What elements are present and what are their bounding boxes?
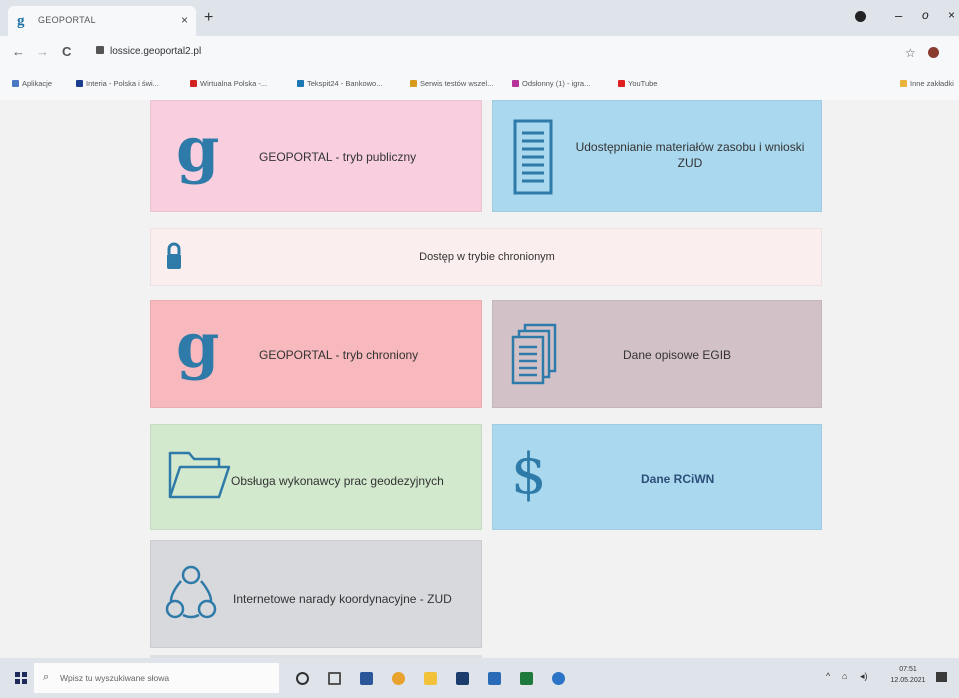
browser-toolbar: ← → C lossice.geoportal2.pl ☆ [0,36,959,70]
tab-close-icon[interactable]: × [181,13,188,27]
search-icon: ⌕ [43,671,50,683]
tile-label: Dane RCiWN [641,472,715,486]
reload-button[interactable]: C [62,44,71,59]
address-bar[interactable]: lossice.geoportal2.pl [88,41,884,65]
maximize-button[interactable]: o [922,8,929,22]
bookmark-icon [512,80,519,87]
chrome-icon[interactable] [392,672,405,685]
close-window-button[interactable]: × [948,8,955,22]
bookmark-other[interactable]: Inne zakładki [900,79,954,88]
outlook-icon[interactable] [360,672,373,685]
clock-time: 07:51 [899,666,917,673]
bookmark-star-icon[interactable]: ☆ [905,46,916,60]
documents-icon [511,323,557,385]
windows-start-icon[interactable] [15,672,27,684]
extension-icon[interactable] [928,47,939,58]
new-tab-button[interactable]: + [204,9,213,27]
tile-label: Obsługa wykonawcy prac geodezyjnych [231,474,444,488]
bookmark-item[interactable]: Interia - Polska i świ... [76,79,159,88]
browser-tabstrip: g GEOPORTAL × + – o × [0,0,959,36]
clock-date: 12.05.2021 [890,677,926,684]
bookmark-item[interactable]: Odsłonny (1) - igra... [512,79,590,88]
tile-dostep-chroniony[interactable]: Dostęp w trybie chronionym [150,228,822,286]
tile-geoportal-protected[interactable]: g GEOPORTAL - tryb chroniony [150,300,482,408]
bookmark-icon [297,80,304,87]
bookmark-item[interactable]: Wirtualna Polska -... [190,79,267,88]
folder-icon [900,80,907,87]
folder-open-icon [168,451,231,499]
file-explorer-icon[interactable] [424,672,437,685]
geoportal-favicon-icon: g [17,13,25,29]
forward-button[interactable]: → [36,44,49,59]
tile-geoportal-public[interactable]: g GEOPORTAL - tryb publiczny [150,100,482,212]
notifications-icon[interactable] [936,672,947,682]
bookmark-item[interactable]: Tekspit24 - Bankowo... [297,79,382,88]
task-view-icon[interactable] [328,672,341,685]
mail-icon[interactable] [488,672,501,685]
tile-label: GEOPORTAL - tryb chroniony [259,348,419,362]
volume-icon[interactable]: ◂) [860,671,868,682]
taskbar-clock[interactable]: 07:51 12.05.2021 [888,664,928,686]
tile-udostepnianie[interactable]: Udostępnianie materiałów zasobu i wniosk… [492,100,822,212]
edge-icon[interactable] [552,672,565,685]
tab-title: GEOPORTAL [38,15,96,25]
geoportal-logo-icon: g [176,113,220,186]
page-content: g GEOPORTAL - tryb publiczny Udostępnian… [0,100,959,658]
bookmark-item[interactable]: Aplikacje [12,79,52,88]
network-icon[interactable]: ⌂ [842,671,847,681]
bookmark-icon [410,80,417,87]
geoportal-logo-icon: g [176,309,220,382]
bookmark-item[interactable]: Serwis testów wszel... [410,79,493,88]
taskbar: ⌕ Wpisz tu wyszukiwane słowa ^ ⌂ ◂) 07:5… [0,658,959,698]
minimize-button[interactable]: – [895,8,902,23]
tile-label: Internetowe narady koordynacyjne - ZUD [233,592,452,606]
cortana-icon[interactable] [296,672,309,685]
lock-icon [96,46,104,54]
taskbar-search[interactable]: ⌕ Wpisz tu wyszukiwane słowa [34,663,279,693]
apps-icon [12,80,19,87]
tile-label: Dane opisowe EGIB [623,348,732,362]
back-button[interactable]: ← [12,44,25,59]
url-text[interactable]: lossice.geoportal2.pl [110,46,201,57]
tile-narady-koordynacyjne[interactable]: Internetowe narady koordynacyjne - ZUD [150,540,482,648]
tile-label: Dostęp w trybie chronionym [419,251,555,263]
share-network-icon [165,565,217,619]
excel-icon[interactable] [520,672,533,685]
tile-obsluga-wykonawcy[interactable]: Obsługa wykonawcy prac geodezyjnych [150,424,482,530]
bookmark-icon [76,80,83,87]
bookmark-item[interactable]: YouTube [618,79,657,88]
youtube-icon [618,80,625,87]
tile-dane-egib[interactable]: Dane opisowe EGIB [492,300,822,408]
tab-geoportal[interactable]: g GEOPORTAL × [8,6,196,36]
profile-icon[interactable] [855,11,866,22]
bookmarks-bar: Aplikacje Interia - Polska i świ... Wirt… [0,70,959,101]
bookmark-icon [190,80,197,87]
tile-label: Udostępnianie materiałów zasobu i wniosk… [575,140,805,170]
document-icon [513,119,553,195]
dollar-icon: $ [511,442,547,507]
tile-label: GEOPORTAL - tryb publiczny [259,150,417,164]
search-placeholder: Wpisz tu wyszukiwane słowa [60,673,170,683]
store-icon[interactable] [456,672,469,685]
tray-arrow-icon[interactable]: ^ [826,671,830,681]
tile-dane-rcwn[interactable]: $ Dane RCiWN [492,424,822,530]
